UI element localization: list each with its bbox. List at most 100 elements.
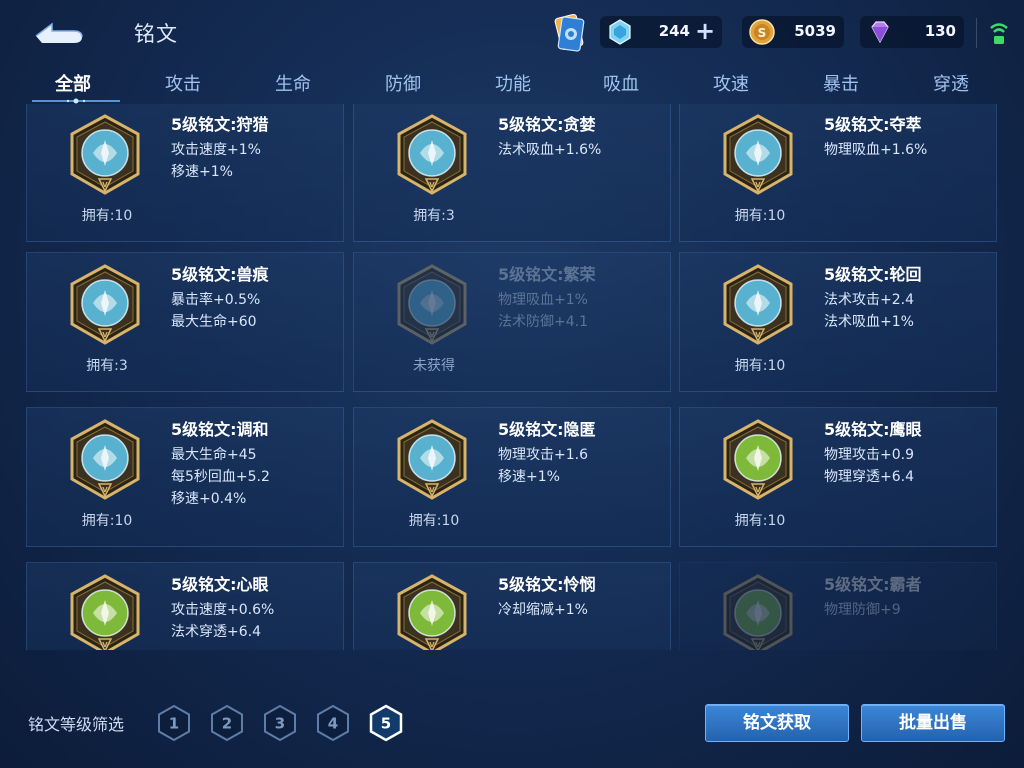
tab-penetration[interactable]: 穿透: [906, 70, 996, 96]
inscription-card[interactable]: V 5级铭文:怜悯 冷却缩减+1%: [353, 562, 671, 650]
inscription-stat: 冷却缩减+1%: [498, 602, 588, 618]
stealth-emblem-icon: V: [394, 418, 470, 502]
top-bar: 铭文 244 + S 5039 130: [0, 0, 1024, 64]
tab-all[interactable]: 全部: [28, 70, 118, 96]
inscription-name: 5级铭文:夺萃: [824, 115, 922, 134]
inscription-card[interactable]: V 5级铭文:心眼 攻击速度+0.6% 法术穿透+6.4: [26, 562, 344, 650]
category-tabs: 全部 攻击 生命 防御 功能 吸血 攻速 暴击 穿透: [0, 64, 1024, 104]
inscription-stat: 每5秒回血+5.2: [171, 469, 270, 485]
inscription-name: 5级铭文:狩猎: [171, 115, 269, 134]
svg-text:S: S: [758, 26, 767, 40]
owned-count: 未获得: [413, 358, 455, 374]
inscription-stat: 攻击速度+0.6%: [171, 602, 275, 618]
inscription-name: 5级铭文:轮回: [824, 265, 922, 284]
inscription-stat: 最大生命+60: [171, 314, 257, 330]
level-filter-5[interactable]: 5: [368, 704, 404, 742]
inscription-stat: 暴击率+0.5%: [171, 292, 261, 308]
svg-text:V: V: [102, 331, 108, 339]
svg-text:3: 3: [275, 715, 285, 733]
inscription-stat: 法术穿透+6.4: [171, 624, 261, 640]
coin-count: 5039: [794, 22, 836, 40]
inscription-name: 5级铭文:贪婪: [498, 115, 596, 134]
diamond-count: 244: [658, 22, 690, 40]
inscription-stat: 移速+1%: [171, 164, 233, 180]
level-filter-label: 铭文等级筛选: [28, 715, 125, 734]
svg-text:V: V: [102, 641, 108, 649]
svg-text:V: V: [755, 331, 761, 339]
owned-count: 拥有:10: [408, 513, 460, 529]
svg-text:V: V: [429, 331, 435, 339]
back-arrow-icon: [35, 22, 83, 43]
beast-mark-emblem-icon: V: [67, 263, 143, 347]
inscription-name: 5级铭文:隐匿: [498, 420, 596, 439]
eagle-eye-emblem-icon: V: [720, 418, 796, 502]
tab-health[interactable]: 生命: [248, 70, 338, 96]
owned-count: 拥有:10: [734, 513, 786, 529]
inscription-stat: 移速+0.4%: [171, 491, 247, 507]
inscription-name: 5级铭文:调和: [171, 420, 269, 439]
harmony-emblem-icon: V: [67, 418, 143, 502]
inscription-card[interactable]: V 5级铭文:轮回 法术攻击+2.4 法术吸血+1% 拥有:10: [679, 252, 997, 392]
page-title: 铭文: [134, 22, 178, 46]
owned-count: 拥有:10: [734, 208, 786, 224]
tab-attack-speed[interactable]: 攻速: [686, 70, 776, 96]
inscription-stat: 攻击速度+1%: [171, 142, 261, 158]
svg-text:V: V: [102, 181, 108, 189]
coin-icon: S: [749, 19, 775, 45]
inscription-name: 5级铭文:兽痕: [171, 265, 269, 284]
mind-eye-emblem-icon: V: [67, 573, 143, 650]
inscription-stat: 法术防御+4.1: [498, 314, 588, 330]
inscription-stat: 法术攻击+2.4: [824, 292, 914, 308]
owned-count: 拥有:10: [81, 513, 133, 529]
get-inscription-button[interactable]: 铭文获取: [705, 704, 849, 742]
inscription-card-icon[interactable]: [548, 10, 590, 56]
gem-icon: [871, 21, 889, 44]
level-filter-1[interactable]: 1: [156, 704, 192, 742]
seize-emblem-icon: V: [720, 113, 796, 197]
tab-attack[interactable]: 攻击: [138, 70, 228, 96]
inscription-card[interactable]: V 5级铭文:调和 最大生命+45 每5秒回血+5.2 移速+0.4% 拥有:10: [26, 407, 344, 547]
back-button[interactable]: [28, 14, 88, 50]
inscription-card[interactable]: V 5级铭文:繁荣 物理吸血+1% 法术防御+4.1 未获得: [353, 252, 671, 392]
inscription-card[interactable]: V 5级铭文:狩猎 攻击速度+1% 移速+1% 拥有:10: [26, 104, 344, 242]
level-filter-2[interactable]: 2: [209, 704, 245, 742]
inscription-card[interactable]: V 5级铭文:贪婪 法术吸血+1.6% 拥有:3: [353, 104, 671, 242]
tab-lifesteal[interactable]: 吸血: [576, 70, 666, 96]
level-filter-3[interactable]: 3: [262, 704, 298, 742]
inscription-name: 5级铭文:霸者: [824, 575, 922, 594]
inscription-card[interactable]: V 5级铭文:鹰眼 物理攻击+0.9 物理穿透+6.4 拥有:10: [679, 407, 997, 547]
svg-text:V: V: [429, 641, 435, 649]
inscription-stat: 移速+1%: [498, 469, 560, 485]
overlord-emblem-icon: V: [720, 573, 796, 650]
cycle-emblem-icon: V: [720, 263, 796, 347]
diamond-icon: [609, 19, 631, 45]
inscription-stat: 法术吸血+1%: [824, 314, 914, 330]
gem-currency: 130: [860, 16, 964, 48]
svg-text:V: V: [755, 486, 761, 494]
inscription-stat: 物理攻击+0.9: [824, 447, 914, 463]
diamond-currency: 244 +: [600, 16, 722, 48]
svg-text:V: V: [755, 641, 761, 649]
owned-count: 拥有:10: [734, 358, 786, 374]
prosperity-emblem-icon: V: [394, 263, 470, 347]
inscription-stat: 物理吸血+1.6%: [824, 142, 928, 158]
inscription-card[interactable]: V 5级铭文:兽痕 暴击率+0.5% 最大生命+60 拥有:3: [26, 252, 344, 392]
batch-sell-button[interactable]: 批量出售: [861, 704, 1005, 742]
inscription-card[interactable]: V 5级铭文:夺萃 物理吸血+1.6% 拥有:10: [679, 104, 997, 242]
hunt-emblem-icon: V: [67, 113, 143, 197]
gem-count: 130: [924, 22, 956, 40]
svg-text:5: 5: [381, 715, 391, 733]
inscription-name: 5级铭文:鹰眼: [824, 420, 922, 439]
tab-crit[interactable]: 暴击: [796, 70, 886, 96]
level-filter-4[interactable]: 4: [315, 704, 351, 742]
inscription-card[interactable]: V 5级铭文:隐匿 物理攻击+1.6 移速+1% 拥有:10: [353, 407, 671, 547]
inscription-card[interactable]: V 5级铭文:霸者 物理防御+9: [679, 562, 997, 650]
owned-count: 拥有:10: [81, 208, 133, 224]
inscription-name: 5级铭文:心眼: [171, 575, 269, 594]
inscription-grid: V 5级铭文:狩猎 攻击速度+1% 移速+1% 拥有:10 V 5级铭文:贪婪 法术吸血…: [0, 104, 1024, 650]
inscription-stat: 物理穿透+6.4: [824, 469, 914, 485]
tab-defense[interactable]: 防御: [358, 70, 448, 96]
tab-utility[interactable]: 功能: [468, 70, 558, 96]
add-diamond-button[interactable]: +: [693, 18, 717, 44]
svg-text:V: V: [429, 486, 435, 494]
